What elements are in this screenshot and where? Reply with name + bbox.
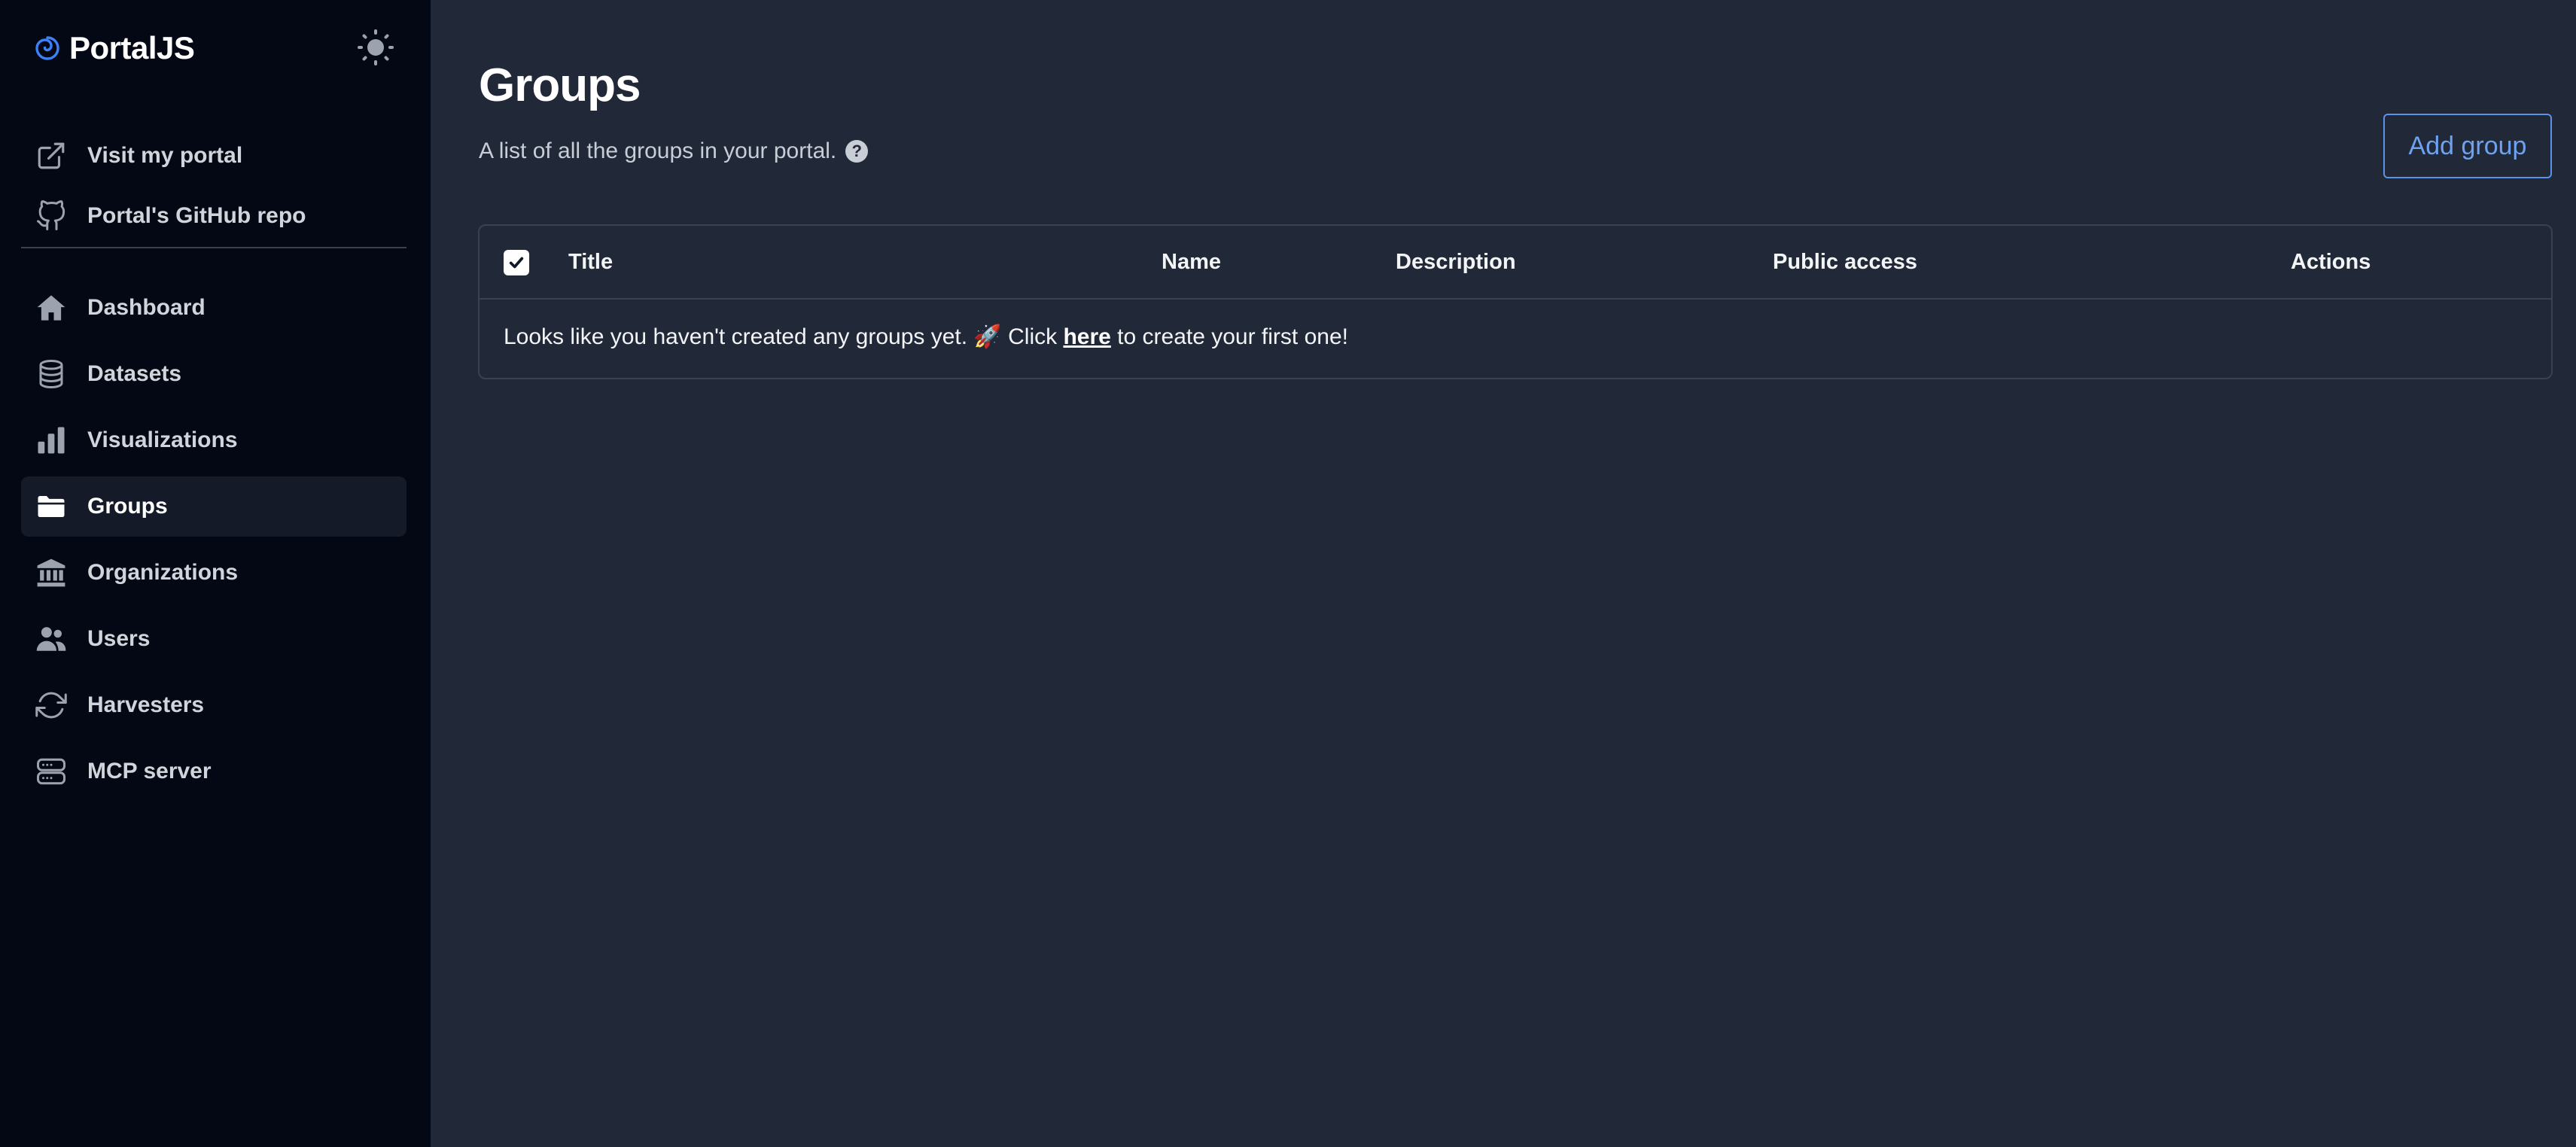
sidebar-item-groups[interactable]: Groups [21, 476, 406, 537]
github-repo-link[interactable]: Portal's GitHub repo [21, 190, 406, 242]
table-header: Title Name Description Public access Act… [480, 226, 2551, 300]
sidebar-item-label: Users [87, 626, 151, 651]
column-header-public-access[interactable]: Public access [1773, 250, 1917, 275]
sidebar-item-label: MCP server [87, 759, 212, 783]
sidebar: PortalJS Visit my portal Portal's GitHub… [0, 0, 431, 1147]
theme-toggle-button[interactable] [355, 27, 396, 68]
building-icon [35, 556, 68, 589]
external-link-icon [35, 139, 68, 172]
sidebar-item-datasets[interactable]: Datasets [21, 344, 406, 404]
empty-state-prefix: Looks like you haven't created any group… [504, 324, 1064, 349]
sidebar-divider [21, 247, 406, 248]
refresh-icon [35, 689, 68, 722]
sidebar-item-label: Datasets [87, 361, 182, 386]
page-subtitle: A list of all the groups in your portal.… [479, 138, 869, 164]
folder-icon [35, 490, 68, 523]
sidebar-item-label: Harvesters [87, 692, 205, 717]
sidebar-item-dashboard[interactable]: Dashboard [21, 278, 406, 338]
bar-chart-icon [35, 424, 68, 457]
sidebar-item-visualizations[interactable]: Visualizations [21, 410, 406, 470]
brand[interactable]: PortalJS [35, 29, 195, 68]
page-title: Groups [479, 59, 641, 111]
visit-portal-link[interactable]: Visit my portal [21, 129, 406, 182]
column-header-description[interactable]: Description [1396, 250, 1516, 275]
portaljs-logo-icon [35, 36, 59, 60]
visit-portal-label: Visit my portal [87, 143, 243, 168]
github-repo-label: Portal's GitHub repo [87, 203, 306, 228]
sidebar-item-mcp-server[interactable]: MCP server [21, 741, 406, 802]
server-icon [35, 755, 68, 788]
main-content: Groups A list of all the groups in your … [431, 0, 2576, 1147]
subtitle-text: A list of all the groups in your portal. [479, 138, 837, 163]
empty-state-suffix: to create your first one! [1110, 324, 1348, 349]
sidebar-item-label: Dashboard [87, 295, 206, 320]
sun-icon [358, 29, 394, 65]
sidebar-item-users[interactable]: Users [21, 609, 406, 669]
empty-state-message: Looks like you haven't created any group… [504, 324, 1348, 350]
groups-table: Title Name Description Public access Act… [478, 224, 2553, 379]
brand-name: PortalJS [69, 30, 195, 65]
help-icon[interactable]: ? [845, 140, 869, 163]
sidebar-item-label: Groups [87, 494, 168, 519]
column-header-title[interactable]: Title [568, 250, 613, 275]
sidebar-item-harvesters[interactable]: Harvesters [21, 675, 406, 735]
users-icon [35, 622, 68, 656]
column-header-actions: Actions [2291, 250, 2371, 274]
sidebar-item-label: Visualizations [87, 427, 238, 452]
create-group-link[interactable]: here [1063, 324, 1110, 349]
github-icon [35, 199, 68, 233]
column-header-name[interactable]: Name [1162, 250, 1221, 275]
database-icon [35, 357, 68, 391]
select-all-checkbox[interactable] [504, 250, 529, 275]
sidebar-item-organizations[interactable]: Organizations [21, 543, 406, 603]
add-group-button[interactable]: Add group [2383, 114, 2552, 178]
sidebar-item-label: Organizations [87, 560, 239, 585]
home-icon [35, 291, 68, 324]
check-icon [509, 257, 524, 269]
